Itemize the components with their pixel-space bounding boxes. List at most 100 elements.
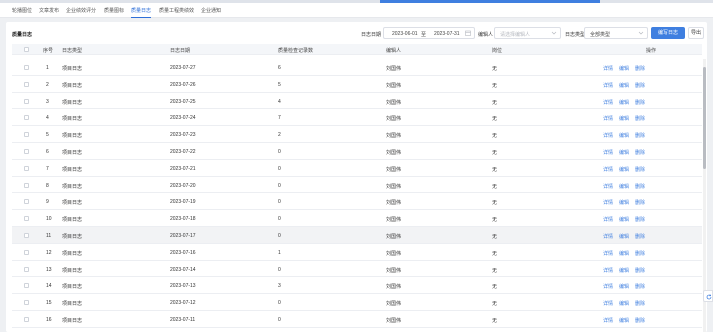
tab-enterprise-notice[interactable]: 企业通知 — [201, 7, 221, 18]
edit-link[interactable]: 编辑 — [619, 82, 629, 89]
tab-quality-engineering[interactable]: 质量工程类绩效 — [159, 7, 194, 18]
cell-type: 项目日志 — [62, 234, 83, 240]
row-checkbox[interactable] — [24, 182, 29, 188]
delete-link[interactable]: 删除 — [635, 199, 645, 206]
tab-enterprise-score[interactable]: 企业绩效评分 — [66, 7, 96, 18]
row-checkbox[interactable] — [24, 300, 29, 306]
edit-link[interactable]: 编辑 — [619, 250, 629, 257]
row-checkbox[interactable] — [24, 199, 29, 205]
delete-link[interactable]: 删除 — [635, 132, 645, 139]
detail-link[interactable]: 详情 — [603, 99, 613, 106]
delete-link[interactable]: 删除 — [635, 216, 645, 223]
edit-link[interactable]: 编辑 — [619, 216, 629, 223]
delete-link[interactable]: 删除 — [635, 166, 645, 173]
edit-link[interactable]: 编辑 — [619, 115, 629, 122]
detail-link[interactable]: 详情 — [603, 317, 613, 324]
detail-link[interactable]: 详情 — [603, 183, 613, 190]
row-checkbox[interactable] — [24, 132, 29, 138]
table-row[interactable]: 5 项目日志 2023-07-23 2 刘国伟 无 详情 编辑 删除 — [12, 126, 702, 143]
delete-link[interactable]: 删除 — [635, 267, 645, 274]
edit-link[interactable]: 编辑 — [619, 132, 629, 139]
tab-carousel[interactable]: 轮播图位 — [12, 7, 32, 18]
table-row[interactable]: 1 项目日志 2023-07-27 6 刘国伟 无 详情 编辑 删除 — [12, 59, 702, 76]
detail-link[interactable]: 详情 — [603, 250, 613, 257]
delete-link[interactable]: 删除 — [635, 250, 645, 257]
delete-link[interactable]: 删除 — [635, 317, 645, 324]
row-checkbox[interactable] — [24, 283, 29, 289]
detail-link[interactable]: 详情 — [603, 115, 613, 122]
row-checkbox[interactable] — [24, 149, 29, 154]
detail-link[interactable]: 详情 — [603, 199, 613, 206]
detail-link[interactable]: 详情 — [603, 216, 613, 223]
row-checkbox[interactable] — [24, 317, 29, 322]
edit-link[interactable]: 编辑 — [619, 166, 629, 173]
row-checkbox[interactable] — [24, 98, 29, 104]
delete-link[interactable]: 删除 — [635, 82, 645, 89]
table-row[interactable]: 9 项目日志 2023-07-19 0 刘国伟 无 详情 编辑 删除 — [12, 193, 702, 211]
delete-link[interactable]: 删除 — [635, 183, 645, 190]
delete-link[interactable]: 删除 — [635, 115, 645, 122]
row-checkbox[interactable] — [24, 216, 29, 222]
table-row[interactable]: 2 项目日志 2023-07-26 5 刘国伟 无 详情 编辑 删除 — [12, 76, 702, 93]
type-select[interactable]: 全部类型 — [584, 27, 648, 39]
cell-type: 项目日志 — [62, 250, 83, 257]
detail-link[interactable]: 详情 — [603, 82, 613, 89]
table-row[interactable]: 10 项目日志 2023-07-18 0 刘国伟 无 详情 编辑 删除 — [12, 210, 702, 227]
delete-link[interactable]: 删除 — [635, 65, 645, 72]
table-row[interactable]: 7 项目日志 2023-07-21 0 刘国伟 无 详情 编辑 删除 — [12, 160, 702, 177]
row-checkbox[interactable] — [24, 233, 29, 238]
edit-link[interactable]: 编辑 — [619, 317, 629, 324]
table-row[interactable]: 12 项目日志 2023-07-16 1 刘国伟 无 详情 编辑 删除 — [12, 244, 702, 261]
delete-link[interactable]: 删除 — [635, 300, 645, 307]
detail-link[interactable]: 详情 — [603, 300, 613, 307]
select-all-checkbox[interactable] — [24, 47, 29, 52]
tab-quality-icon[interactable]: 质量图标 — [104, 7, 124, 18]
date-start-value[interactable]: 2023-06-01 — [392, 31, 418, 37]
table-row[interactable]: 8 项目日志 2023-07-20 0 刘国伟 无 详情 编辑 删除 — [12, 177, 702, 194]
detail-link[interactable]: 详情 — [603, 166, 613, 173]
edit-link[interactable]: 编辑 — [619, 233, 629, 240]
detail-link[interactable]: 详情 — [603, 132, 613, 139]
cell-date: 2023-07-26 — [170, 81, 196, 88]
edit-link[interactable]: 编辑 — [619, 300, 629, 307]
table-row[interactable]: 11 项目日志 2023-07-17 0 刘国伟 无 详情 编辑 删除 — [12, 227, 702, 244]
detail-link[interactable]: 详情 — [603, 65, 613, 72]
delete-link[interactable]: 删除 — [635, 283, 645, 290]
delete-link[interactable]: 删除 — [635, 99, 645, 106]
detail-link[interactable]: 详情 — [603, 267, 613, 274]
tab-articles[interactable]: 文章发布 — [39, 7, 59, 18]
row-checkbox[interactable] — [24, 266, 29, 272]
row-checkbox[interactable] — [24, 249, 29, 255]
table-row[interactable]: 3 项目日志 2023-07-25 4 刘国伟 无 详情 编辑 删除 — [12, 93, 702, 110]
table-row[interactable]: 16 项目日志 2023-07-11 0 刘国伟 无 详情 编辑 删除 — [12, 311, 702, 328]
table-row[interactable]: 4 项目日志 2023-07-24 7 刘国伟 无 详情 编辑 删除 — [12, 109, 702, 127]
edit-link[interactable]: 编辑 — [619, 199, 629, 206]
tab-quality-log[interactable]: 质量日志 — [131, 7, 152, 18]
editor-select[interactable]: 请选择编辑人 — [494, 27, 561, 39]
table-row[interactable]: 15 项目日志 2023-07-12 0 刘国伟 无 详情 编辑 删除 — [12, 294, 702, 311]
edit-link[interactable]: 编辑 — [619, 267, 629, 274]
detail-link[interactable]: 详情 — [603, 149, 613, 156]
edit-link[interactable]: 编辑 — [619, 65, 629, 72]
table-row[interactable]: 14 项目日志 2023-07-13 3 刘国伟 无 详情 编辑 删除 — [12, 277, 702, 295]
row-checkbox[interactable] — [24, 165, 29, 171]
edit-link[interactable]: 编辑 — [619, 149, 629, 156]
export-button[interactable]: 导出 — [688, 27, 704, 39]
row-checkbox[interactable] — [24, 81, 29, 87]
table-row[interactable]: 13 项目日志 2023-07-14 0 刘国伟 无 详情 编辑 删除 — [12, 261, 702, 278]
edit-link[interactable]: 编辑 — [619, 183, 629, 190]
side-float-button[interactable] — [703, 290, 713, 302]
detail-link[interactable]: 详情 — [603, 283, 613, 290]
delete-link[interactable]: 删除 — [635, 149, 645, 156]
detail-link[interactable]: 详情 — [603, 233, 613, 240]
edit-link[interactable]: 编辑 — [619, 283, 629, 290]
edit-link[interactable]: 编辑 — [619, 99, 629, 106]
delete-link[interactable]: 删除 — [635, 233, 645, 240]
table-row[interactable]: 6 项目日志 2023-07-22 0 刘国伟 无 详情 编辑 删除 — [12, 143, 702, 160]
date-end-value[interactable]: 2023-07-31 — [434, 31, 460, 37]
write-log-button[interactable]: 编写日志 — [651, 27, 685, 39]
scrollbar-thumb[interactable] — [703, 67, 706, 169]
row-checkbox[interactable] — [24, 65, 29, 70]
date-range-picker[interactable]: 2023-06-01 至 2023-07-31 — [383, 27, 475, 39]
row-checkbox[interactable] — [24, 115, 29, 121]
